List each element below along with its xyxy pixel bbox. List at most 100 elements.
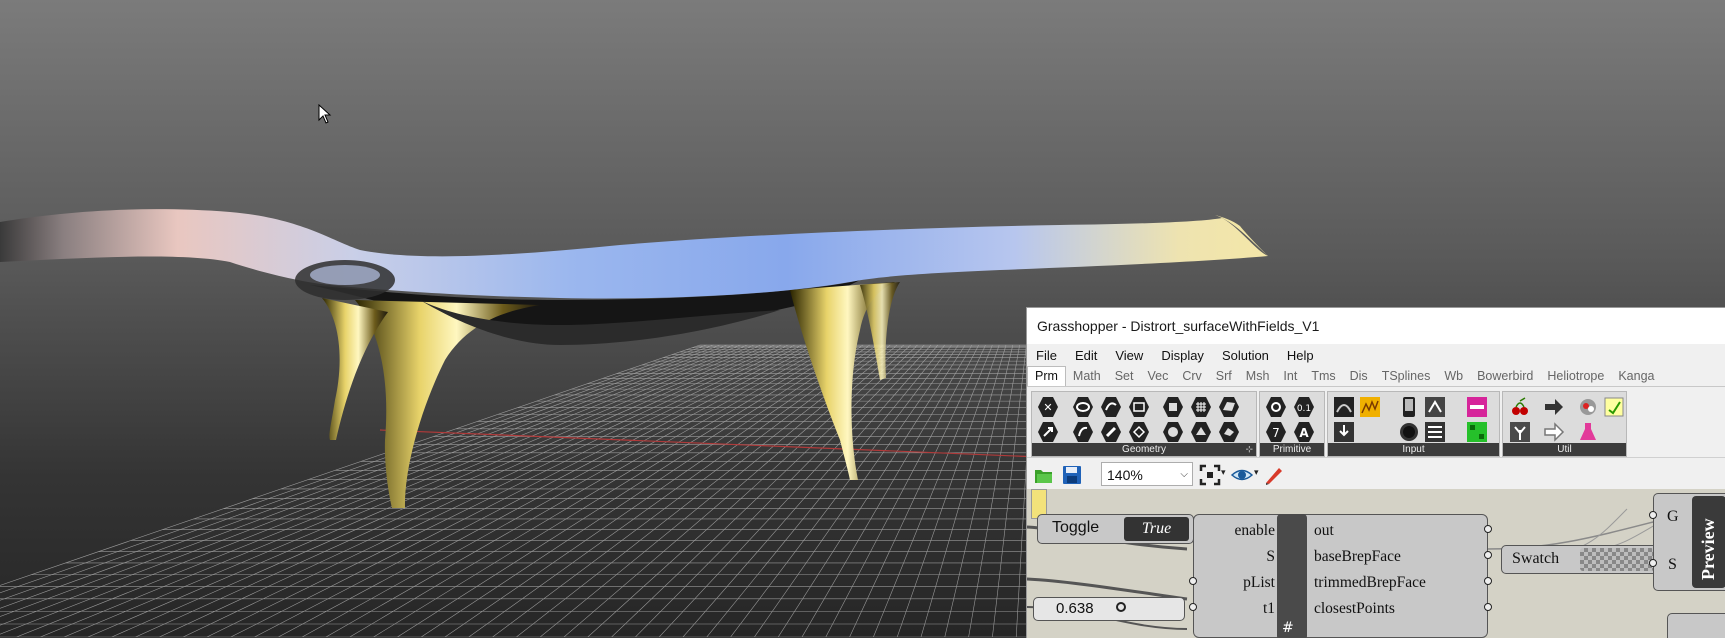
preview-port-s[interactable]	[1649, 559, 1657, 567]
tab-math[interactable]: Math	[1066, 367, 1108, 386]
tab-msh[interactable]: Msh	[1239, 367, 1277, 386]
number-param-icon[interactable]: 0.1	[1293, 396, 1315, 418]
menu-view[interactable]: View	[1106, 348, 1152, 363]
input-port-t1[interactable]	[1189, 603, 1197, 611]
open-file-icon[interactable]	[1033, 464, 1055, 486]
tab-set[interactable]: Set	[1108, 367, 1141, 386]
input-plist[interactable]: pList	[1243, 574, 1275, 592]
colour-swatch[interactable]: Swatch	[1501, 545, 1659, 574]
preview-menu-chevron-icon[interactable]: ▾	[1254, 467, 1259, 478]
panel-geometry: ✕ Geometry ⊹	[1031, 391, 1257, 457]
output-port-trimmedbrepface[interactable]	[1484, 577, 1492, 585]
menu-file[interactable]: File	[1027, 348, 1066, 363]
tab-srf[interactable]: Srf	[1209, 367, 1239, 386]
table-leg-back-right	[860, 282, 900, 380]
menu-solution[interactable]: Solution	[1213, 348, 1278, 363]
menu-edit[interactable]: Edit	[1066, 348, 1106, 363]
mesh-face-param-icon[interactable]	[1190, 421, 1212, 443]
panel-expand-icon[interactable]: ⊹	[1245, 443, 1253, 456]
zoom-dropdown[interactable]: 140% ⌵	[1101, 462, 1193, 486]
tab-heliotrope[interactable]: Heliotrope	[1540, 367, 1611, 386]
tab-prm[interactable]: Prm	[1027, 366, 1066, 386]
menu-display[interactable]: Display	[1152, 348, 1213, 363]
output-basebrepface[interactable]: baseBrepFace	[1314, 548, 1401, 566]
circle-param-icon[interactable]	[1072, 396, 1094, 418]
colour-swatch-icon[interactable]	[1466, 396, 1488, 418]
tab-tsplines[interactable]: TSplines	[1375, 367, 1438, 386]
slider-grip-icon[interactable]	[1116, 602, 1126, 612]
zoom-menu-chevron-icon[interactable]: ▾	[1221, 467, 1226, 478]
tab-crv[interactable]: Crv	[1175, 367, 1208, 386]
vector-param-icon[interactable]	[1037, 421, 1059, 443]
brep-param-icon[interactable]	[1162, 421, 1184, 443]
save-file-icon[interactable]	[1061, 464, 1083, 486]
output-port-out[interactable]	[1484, 525, 1492, 533]
input-port-pList[interactable]	[1189, 577, 1197, 585]
preview-input-g[interactable]: G	[1667, 508, 1679, 526]
arrow-right-icon[interactable]	[1543, 396, 1565, 418]
point-param-icon[interactable]: ✕	[1037, 396, 1059, 418]
boolean-toggle[interactable]: Toggle True	[1037, 514, 1194, 544]
tab-kangaroo[interactable]: Kanga	[1611, 367, 1661, 386]
swatch-colour[interactable]	[1580, 548, 1654, 571]
flask-icon[interactable]	[1577, 421, 1599, 443]
mesh-param-icon[interactable]	[1190, 396, 1212, 418]
group-param-icon[interactable]	[1218, 421, 1240, 443]
tab-trns[interactable]: Tms	[1304, 367, 1342, 386]
boolean-param-icon[interactable]	[1265, 396, 1287, 418]
cherry-picker-icon[interactable]	[1509, 396, 1531, 418]
grasshopper-window[interactable]: Grasshopper - Distrort_surfaceWithFields…	[1026, 307, 1725, 638]
tab-int[interactable]: Int	[1276, 367, 1304, 386]
device-icon[interactable]	[1398, 396, 1420, 418]
preview-port-g[interactable]	[1649, 511, 1657, 519]
svg-text:0.1: 0.1	[1297, 404, 1311, 414]
output-out[interactable]: out	[1314, 522, 1334, 540]
custom-preview[interactable]: G S Preview	[1653, 493, 1725, 591]
input-t1[interactable]: t1	[1263, 600, 1275, 618]
cluster-component[interactable]: enable S pList t1 out baseBrepFace trimm…	[1193, 514, 1488, 638]
output-port-basebrepface[interactable]	[1484, 551, 1492, 559]
graph-mapper-icon[interactable]	[1359, 396, 1381, 418]
preview-eye-icon[interactable]	[1231, 464, 1253, 486]
toggle-value[interactable]: True	[1124, 517, 1189, 541]
output-port-closestpoints[interactable]	[1484, 603, 1492, 611]
line-param-icon[interactable]	[1100, 421, 1122, 443]
input-enable[interactable]: enable	[1235, 522, 1275, 540]
tab-wb[interactable]: Wb	[1437, 367, 1470, 386]
plane-param-icon[interactable]	[1128, 396, 1150, 418]
arc-param-icon[interactable]	[1072, 421, 1094, 443]
grasshopper-canvas[interactable]: Toggle True enable S pList t1 out baseBr…	[1027, 489, 1725, 638]
arrow-outline-icon[interactable]	[1543, 421, 1565, 443]
chevron-down-icon: ⌵	[1180, 469, 1188, 480]
input-s[interactable]: S	[1266, 548, 1275, 566]
curve-param-icon[interactable]	[1100, 396, 1122, 418]
output-trimmedbrepface[interactable]: trimmedBrepFace	[1314, 574, 1426, 592]
slider-control-icon[interactable]	[1424, 396, 1446, 418]
output-closestpoints[interactable]: closestPoints	[1314, 600, 1395, 618]
preview-label: Preview	[1698, 518, 1718, 580]
box-param-icon[interactable]	[1162, 396, 1184, 418]
number-slider[interactable]: 0.638	[1033, 597, 1185, 621]
menu-help[interactable]: Help	[1278, 348, 1323, 363]
partial-component[interactable]	[1667, 613, 1725, 638]
sketch-pen-icon[interactable]	[1263, 464, 1285, 486]
gradient-icon[interactable]	[1333, 396, 1355, 418]
zoom-extents-icon[interactable]	[1199, 464, 1221, 486]
slider-value: 0.638	[1056, 600, 1094, 617]
tab-dis[interactable]: Dis	[1343, 367, 1375, 386]
surface-param-icon[interactable]	[1218, 396, 1240, 418]
panel-note-icon[interactable]	[1603, 396, 1625, 418]
integer-param-icon[interactable]: 7	[1265, 421, 1287, 443]
tab-vec[interactable]: Vec	[1140, 367, 1175, 386]
list-control-icon[interactable]	[1424, 421, 1446, 443]
tab-bowerbird[interactable]: Bowerbird	[1470, 367, 1540, 386]
object-bake-icon[interactable]	[1577, 396, 1599, 418]
swatch-label: Swatch	[1512, 550, 1560, 567]
preview-input-s[interactable]: S	[1668, 556, 1677, 574]
data-tree-icon[interactable]	[1509, 421, 1531, 443]
colour-picker-icon[interactable]	[1466, 421, 1488, 443]
text-param-icon[interactable]: A	[1293, 421, 1315, 443]
rectangle-param-icon[interactable]	[1128, 421, 1150, 443]
download-icon[interactable]	[1333, 421, 1355, 443]
button-control-icon[interactable]	[1398, 421, 1420, 443]
